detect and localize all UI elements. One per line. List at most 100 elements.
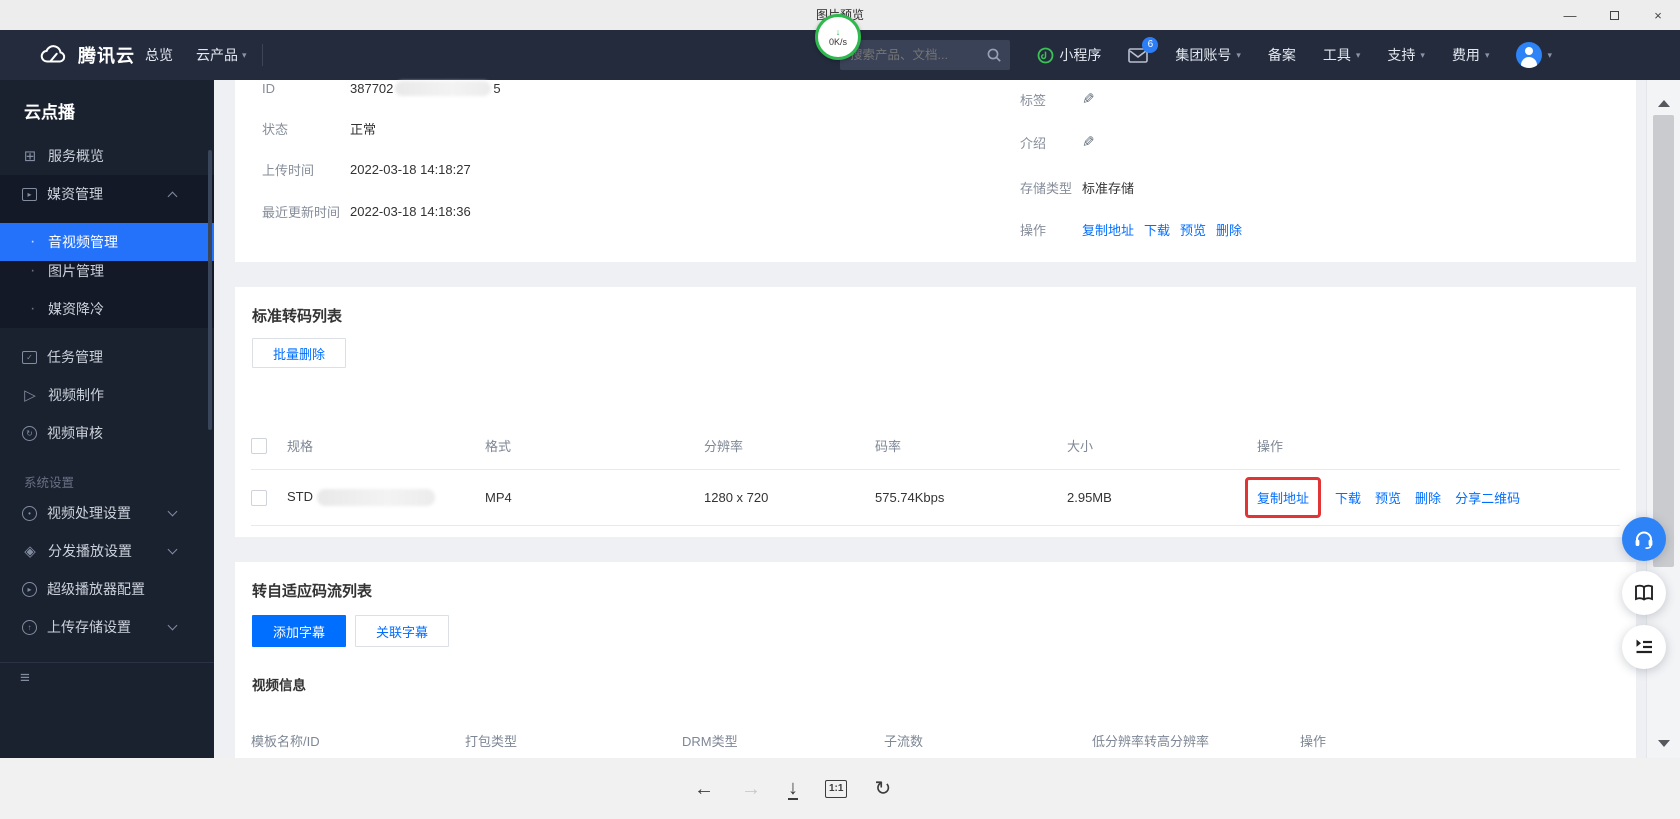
review-icon: ↻ bbox=[22, 426, 37, 441]
masked-id bbox=[395, 81, 491, 96]
book-icon bbox=[1632, 581, 1656, 605]
nav-divider bbox=[262, 44, 263, 66]
viewer-rotate-button[interactable]: ↻ bbox=[874, 779, 891, 799]
sidebar-item-video-production[interactable]: ▷ 视频制作 bbox=[0, 376, 214, 414]
sidebar-collapse-icon[interactable]: ≡ bbox=[20, 668, 30, 688]
sidebar-item-video-processing-settings[interactable]: • 视频处理设置 bbox=[0, 494, 214, 532]
viewer-actual-size-button[interactable]: 1:1 bbox=[825, 780, 847, 798]
maximize-button[interactable] bbox=[1592, 0, 1636, 30]
search-input[interactable] bbox=[840, 48, 986, 62]
edit-pencil-icon[interactable]: ✎ bbox=[1082, 90, 1095, 108]
field-description: 介绍 ✎ bbox=[1020, 132, 1095, 152]
caret-down-icon: ▾ bbox=[1547, 50, 1552, 61]
player-icon: ▸ bbox=[22, 582, 37, 597]
copy-url-link[interactable]: 复制地址 bbox=[1082, 220, 1134, 239]
sidebar-item-super-player-config[interactable]: ▸ 超级播放器配置 bbox=[0, 570, 214, 608]
sidebar-item-media-management[interactable]: ▸ 媒资管理 bbox=[0, 175, 214, 213]
viewer-back-button[interactable]: ← bbox=[694, 779, 714, 799]
product-title: 云点播 bbox=[24, 98, 75, 123]
viewer-download-button[interactable]: ↓ bbox=[788, 778, 798, 800]
nav-group-account[interactable]: 集团账号 ▾ bbox=[1175, 45, 1241, 65]
chevron-down-icon bbox=[168, 621, 178, 631]
sidebar-item-video-review[interactable]: ↻ 视频审核 bbox=[0, 414, 214, 452]
scrollbar-thumb[interactable] bbox=[1653, 115, 1674, 567]
network-speed-overlay[interactable]: ↓ 0K/s bbox=[815, 14, 861, 60]
delete-link[interactable]: 删除 bbox=[1415, 488, 1441, 507]
copy-url-link[interactable]: 复制地址 bbox=[1257, 488, 1309, 507]
row-actions: 复制地址 下载 预览 删除 分享二维码 bbox=[1257, 477, 1620, 518]
customer-service-button[interactable] bbox=[1622, 517, 1666, 561]
field-storage-type: 存储类型 标准存储 bbox=[1020, 177, 1134, 197]
nav-miniprogram[interactable]: 小程序 bbox=[1037, 45, 1101, 65]
select-all-checkbox[interactable] bbox=[251, 438, 267, 454]
scroll-down-arrow[interactable] bbox=[1658, 740, 1670, 753]
minimize-button[interactable]: — bbox=[1548, 0, 1592, 30]
adaptive-list-card: 转自适应码流列表 添加字幕 关联字幕 视频信息 模板名称/ID 打包类型 DRM… bbox=[235, 562, 1636, 758]
search-icon[interactable] bbox=[986, 47, 1002, 63]
chevron-down-icon bbox=[168, 507, 178, 517]
sidebar-scrollbar-thumb[interactable] bbox=[208, 150, 212, 430]
nav-products[interactable]: 云产品 ▾ bbox=[196, 30, 247, 80]
add-subtitle-button[interactable]: 添加字幕 bbox=[252, 615, 346, 647]
console-page: 云点播 ⊞ 服务概览 ▸ 媒资管理 · 音视频管理 · 图片管理 · 媒资 bbox=[0, 80, 1680, 758]
caret-down-icon: ▾ bbox=[1420, 50, 1425, 61]
feedback-button[interactable] bbox=[1622, 625, 1666, 669]
link-subtitle-button[interactable]: 关联字幕 bbox=[355, 615, 449, 647]
docs-button[interactable] bbox=[1622, 571, 1666, 615]
sidebar-item-distribution-playback-settings[interactable]: ◈ 分发播放设置 bbox=[0, 532, 214, 570]
download-link[interactable]: 下载 bbox=[1144, 220, 1170, 239]
delete-link[interactable]: 删除 bbox=[1216, 220, 1242, 239]
field-tags: 标签 ✎ bbox=[1020, 89, 1095, 109]
bitrate-cell: 575.74Kbps bbox=[875, 490, 1067, 505]
preview-link[interactable]: 预览 bbox=[1180, 220, 1206, 239]
cloud-logo-icon bbox=[38, 43, 70, 67]
nav-beian[interactable]: 备案 bbox=[1268, 45, 1296, 65]
preview-link[interactable]: 预览 bbox=[1375, 488, 1401, 507]
download-link[interactable]: 下载 bbox=[1335, 488, 1361, 507]
media-icon: ▸ bbox=[22, 188, 37, 201]
maximize-icon bbox=[1610, 11, 1619, 20]
upload-icon: ↑ bbox=[22, 620, 37, 635]
nav-support[interactable]: 支持 ▾ bbox=[1387, 45, 1425, 65]
batch-delete-button[interactable]: 批量删除 bbox=[252, 338, 346, 368]
floating-buttons bbox=[1622, 517, 1666, 669]
headset-icon bbox=[1632, 527, 1656, 551]
sidebar: 云点播 ⊞ 服务概览 ▸ 媒资管理 · 音视频管理 · 图片管理 · 媒资 bbox=[0, 80, 214, 758]
nav-account[interactable]: ▾ bbox=[1516, 42, 1552, 68]
close-button[interactable]: × bbox=[1636, 0, 1680, 30]
sidebar-footer-divider bbox=[0, 662, 214, 663]
sidebar-item-task-management[interactable]: ✓ 任务管理 bbox=[0, 338, 214, 376]
window-controls: — × bbox=[1548, 0, 1680, 30]
sidebar-item-upload-storage-settings[interactable]: ↑ 上传存储设置 bbox=[0, 608, 214, 646]
scroll-up-arrow[interactable] bbox=[1658, 94, 1670, 107]
bullet-icon: · bbox=[30, 266, 38, 276]
brand-logo[interactable]: 腾讯云 bbox=[38, 30, 135, 80]
sidebar-item-image-management[interactable]: · 图片管理 bbox=[0, 252, 214, 290]
caret-down-icon: ▾ bbox=[1236, 50, 1241, 61]
nav-overview[interactable]: 总览 bbox=[145, 30, 173, 80]
share-qrcode-link[interactable]: 分享二维码 bbox=[1455, 488, 1520, 507]
nav-right-group: 小程序 6 集团账号 ▾ 备案 工具 ▾ 支持 ▾ bbox=[1037, 30, 1552, 80]
format-cell: MP4 bbox=[485, 490, 704, 505]
download-arrow-icon: ↓ bbox=[836, 28, 841, 37]
field-operations: 操作 复制地址 下载 预览 删除 bbox=[1020, 219, 1242, 239]
size-cell: 2.95MB bbox=[1067, 490, 1257, 505]
viewer-toolbar: ← → ↓ 1:1 ↻ bbox=[0, 758, 1680, 819]
adaptive-table-header: 模板名称/ID 打包类型 DRM类型 子流数 低分辨率转高分辨率 操作 bbox=[251, 720, 1620, 760]
edit-pencil-icon[interactable]: ✎ bbox=[1082, 133, 1095, 151]
video-info-label: 视频信息 bbox=[252, 674, 306, 694]
sidebar-item-service-overview[interactable]: ⊞ 服务概览 bbox=[0, 137, 214, 175]
nav-billing[interactable]: 费用 ▾ bbox=[1452, 45, 1490, 65]
feedback-list-icon bbox=[1632, 635, 1656, 659]
field-status: 状态 正常 bbox=[262, 118, 376, 138]
field-upload-time: 上传时间 2022-03-18 14:18:27 bbox=[262, 159, 471, 179]
sidebar-section-system-settings: 系统设置 bbox=[24, 472, 74, 491]
adaptive-list-title: 转自适应码流列表 bbox=[252, 580, 372, 601]
resolution-cell: 1280 x 720 bbox=[704, 490, 875, 505]
nav-tools[interactable]: 工具 ▾ bbox=[1323, 45, 1361, 65]
viewer-forward-button[interactable]: → bbox=[741, 779, 761, 799]
sidebar-item-media-cooling[interactable]: · 媒资降冷 bbox=[0, 290, 214, 328]
row-checkbox[interactable] bbox=[251, 490, 267, 506]
nav-mail[interactable]: 6 bbox=[1128, 48, 1148, 63]
image-preview-window: 图片预览 — × 腾讯云 总览 云产品 ▾ bbox=[0, 0, 1680, 819]
